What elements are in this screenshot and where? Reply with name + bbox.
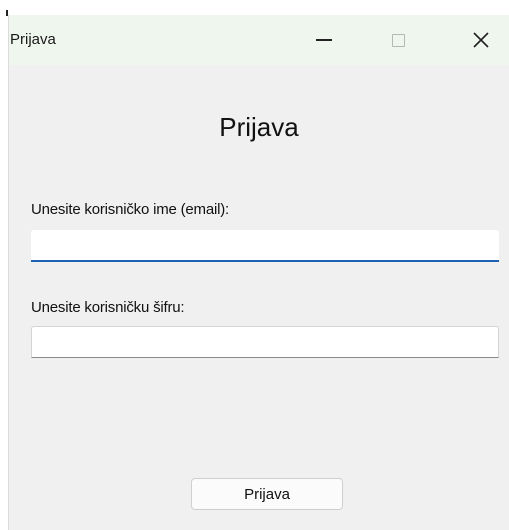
maximize-button[interactable] [375,15,421,65]
page-title: Prijava [219,112,299,142]
login-window: Prijava Prijava Unesite korisničko ime (… [8,15,509,530]
minimize-button[interactable] [301,15,347,65]
login-button[interactable]: Prijava [191,478,343,510]
minimize-icon [316,39,332,41]
username-label: Unesite korisničko ime (email): [31,201,230,218]
title-bar[interactable]: Prijava [9,15,509,65]
close-button[interactable] [458,15,504,65]
close-icon [473,32,489,48]
maximize-icon [391,33,405,47]
window-title: Prijava [10,31,56,48]
password-label: Unesite korisničku šifru: [31,299,185,316]
username-input[interactable] [31,230,499,262]
password-input[interactable] [31,326,499,358]
